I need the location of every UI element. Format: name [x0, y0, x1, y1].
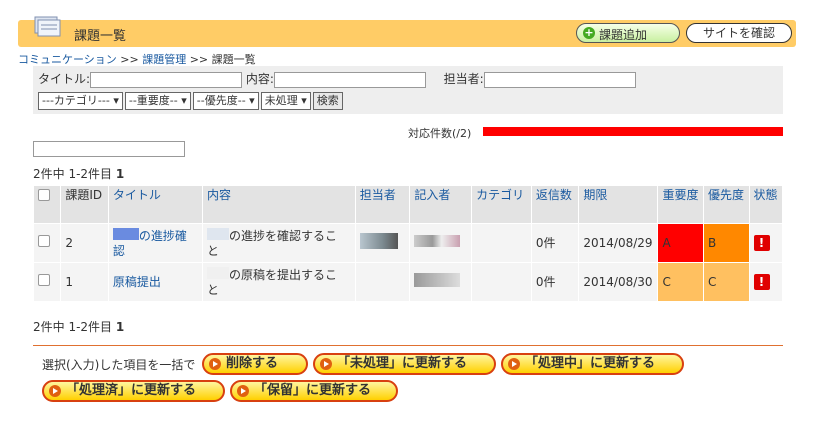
issue-title-link[interactable]: の進捗確認: [112, 227, 187, 258]
count-progress-bar: [483, 127, 783, 136]
col-assignee[interactable]: 担当者: [354, 185, 411, 224]
pager-top: 2件中 1-2件目 1: [33, 167, 125, 181]
col-title[interactable]: タイトル: [107, 185, 203, 224]
count-label: 対応件数(/2): [408, 127, 472, 140]
col-author[interactable]: 記入者: [409, 185, 473, 224]
table-row: 1 原稿提出 の原稿を提出すること 0件 2014/08/30 C C !: [32, 262, 784, 302]
empty-box: [33, 141, 185, 157]
priority-badge: B: [702, 223, 750, 263]
bulk-mark-hold-button[interactable]: 「保留」に更新する: [230, 380, 398, 402]
bulk-delete-button[interactable]: 削除する: [202, 353, 308, 375]
col-id: 課題ID: [60, 185, 109, 224]
page-number[interactable]: 1: [116, 167, 124, 181]
col-category[interactable]: カテゴリ: [471, 185, 532, 224]
table-row: 2 の進捗確認 の進捗を確認すること 0件 2014/08/29 A B !: [32, 223, 784, 263]
importance-badge: C: [657, 262, 704, 302]
importance-select[interactable]: --重要度-- ▾: [124, 92, 191, 110]
page-header: 課題一覧 + 課題追加 サイトを確認: [18, 16, 796, 47]
search-panel: タイトル: 内容: 担当者: ---カテゴリ--- ▾ --重要度-- ▾ --優先…: [33, 66, 783, 114]
assignee-avatar: [354, 223, 411, 263]
row-checkbox[interactable]: [38, 274, 50, 286]
col-priority[interactable]: 優先度: [702, 185, 750, 224]
bulk-mark-unprocessed-button[interactable]: 「未処理」に更新する: [313, 353, 496, 375]
author-avatar: [409, 262, 473, 302]
select-all-checkbox[interactable]: [38, 189, 50, 201]
redacted-block: [206, 266, 229, 279]
pager-bottom: 2件中 1-2件目 1: [33, 320, 125, 334]
add-issue-button[interactable]: + 課題追加: [576, 23, 680, 43]
divider: [33, 345, 783, 346]
status-select[interactable]: 未処理 ▾: [260, 92, 311, 110]
importance-badge: A: [657, 223, 704, 263]
table-header: 課題ID タイトル 内容 担当者 記入者 カテゴリ 返信数 期限 重要度 優先度…: [32, 185, 784, 224]
assignee-label: 担当者:: [443, 72, 484, 86]
assignee-search-input[interactable]: [483, 72, 636, 88]
issue-table: 課題ID タイトル 内容 担当者 記入者 カテゴリ 返信数 期限 重要度 優先度…: [32, 185, 784, 302]
breadcrumb-current: 課題一覧: [211, 53, 256, 66]
col-content[interactable]: 内容: [201, 185, 356, 224]
priority-select[interactable]: --優先度-- ▾: [192, 92, 259, 110]
priority-badge: C: [702, 262, 750, 302]
col-due[interactable]: 期限: [578, 185, 659, 224]
search-button[interactable]: 検索: [312, 92, 343, 110]
row-checkbox[interactable]: [38, 235, 50, 247]
title-label: タイトル:: [38, 72, 91, 86]
arrow-right-icon: [237, 385, 249, 397]
arrow-right-icon: [209, 358, 221, 370]
redacted-block: [112, 227, 139, 240]
plus-icon: +: [583, 26, 595, 39]
breadcrumb-communication[interactable]: コミュニケーション: [18, 53, 117, 66]
content-search-input[interactable]: [273, 72, 426, 88]
breadcrumb: コミュニケーション >> 課題管理 >> 課題一覧: [18, 53, 256, 66]
issue-title-link[interactable]: 原稿提出: [113, 275, 161, 289]
col-replies[interactable]: 返信数: [530, 185, 580, 224]
breadcrumb-issue-management[interactable]: 課題管理: [142, 53, 186, 66]
page-title: 課題一覧: [74, 29, 127, 44]
bulk-action-label: 選択(入力)した項目を一括で: [42, 358, 196, 372]
content-label: 内容:: [245, 72, 274, 86]
arrow-right-icon: [49, 385, 61, 397]
document-stack-icon: [34, 16, 61, 37]
bulk-mark-processed-button[interactable]: 「処理済」に更新する: [42, 380, 225, 402]
arrow-right-icon: [320, 358, 332, 370]
category-select[interactable]: ---カテゴリ--- ▾: [38, 92, 123, 110]
view-site-button[interactable]: サイトを確認: [686, 23, 792, 43]
alert-icon[interactable]: !: [753, 235, 770, 251]
page-number[interactable]: 1: [116, 320, 124, 334]
title-search-input[interactable]: [90, 72, 243, 88]
bulk-mark-processing-button[interactable]: 「処理中」に更新する: [501, 353, 684, 375]
col-status[interactable]: 状態: [748, 185, 784, 224]
col-importance[interactable]: 重要度: [657, 185, 704, 224]
arrow-right-icon: [508, 358, 520, 370]
alert-icon[interactable]: !: [753, 274, 770, 290]
redacted-block: [206, 227, 229, 240]
author-avatar: [409, 223, 473, 263]
